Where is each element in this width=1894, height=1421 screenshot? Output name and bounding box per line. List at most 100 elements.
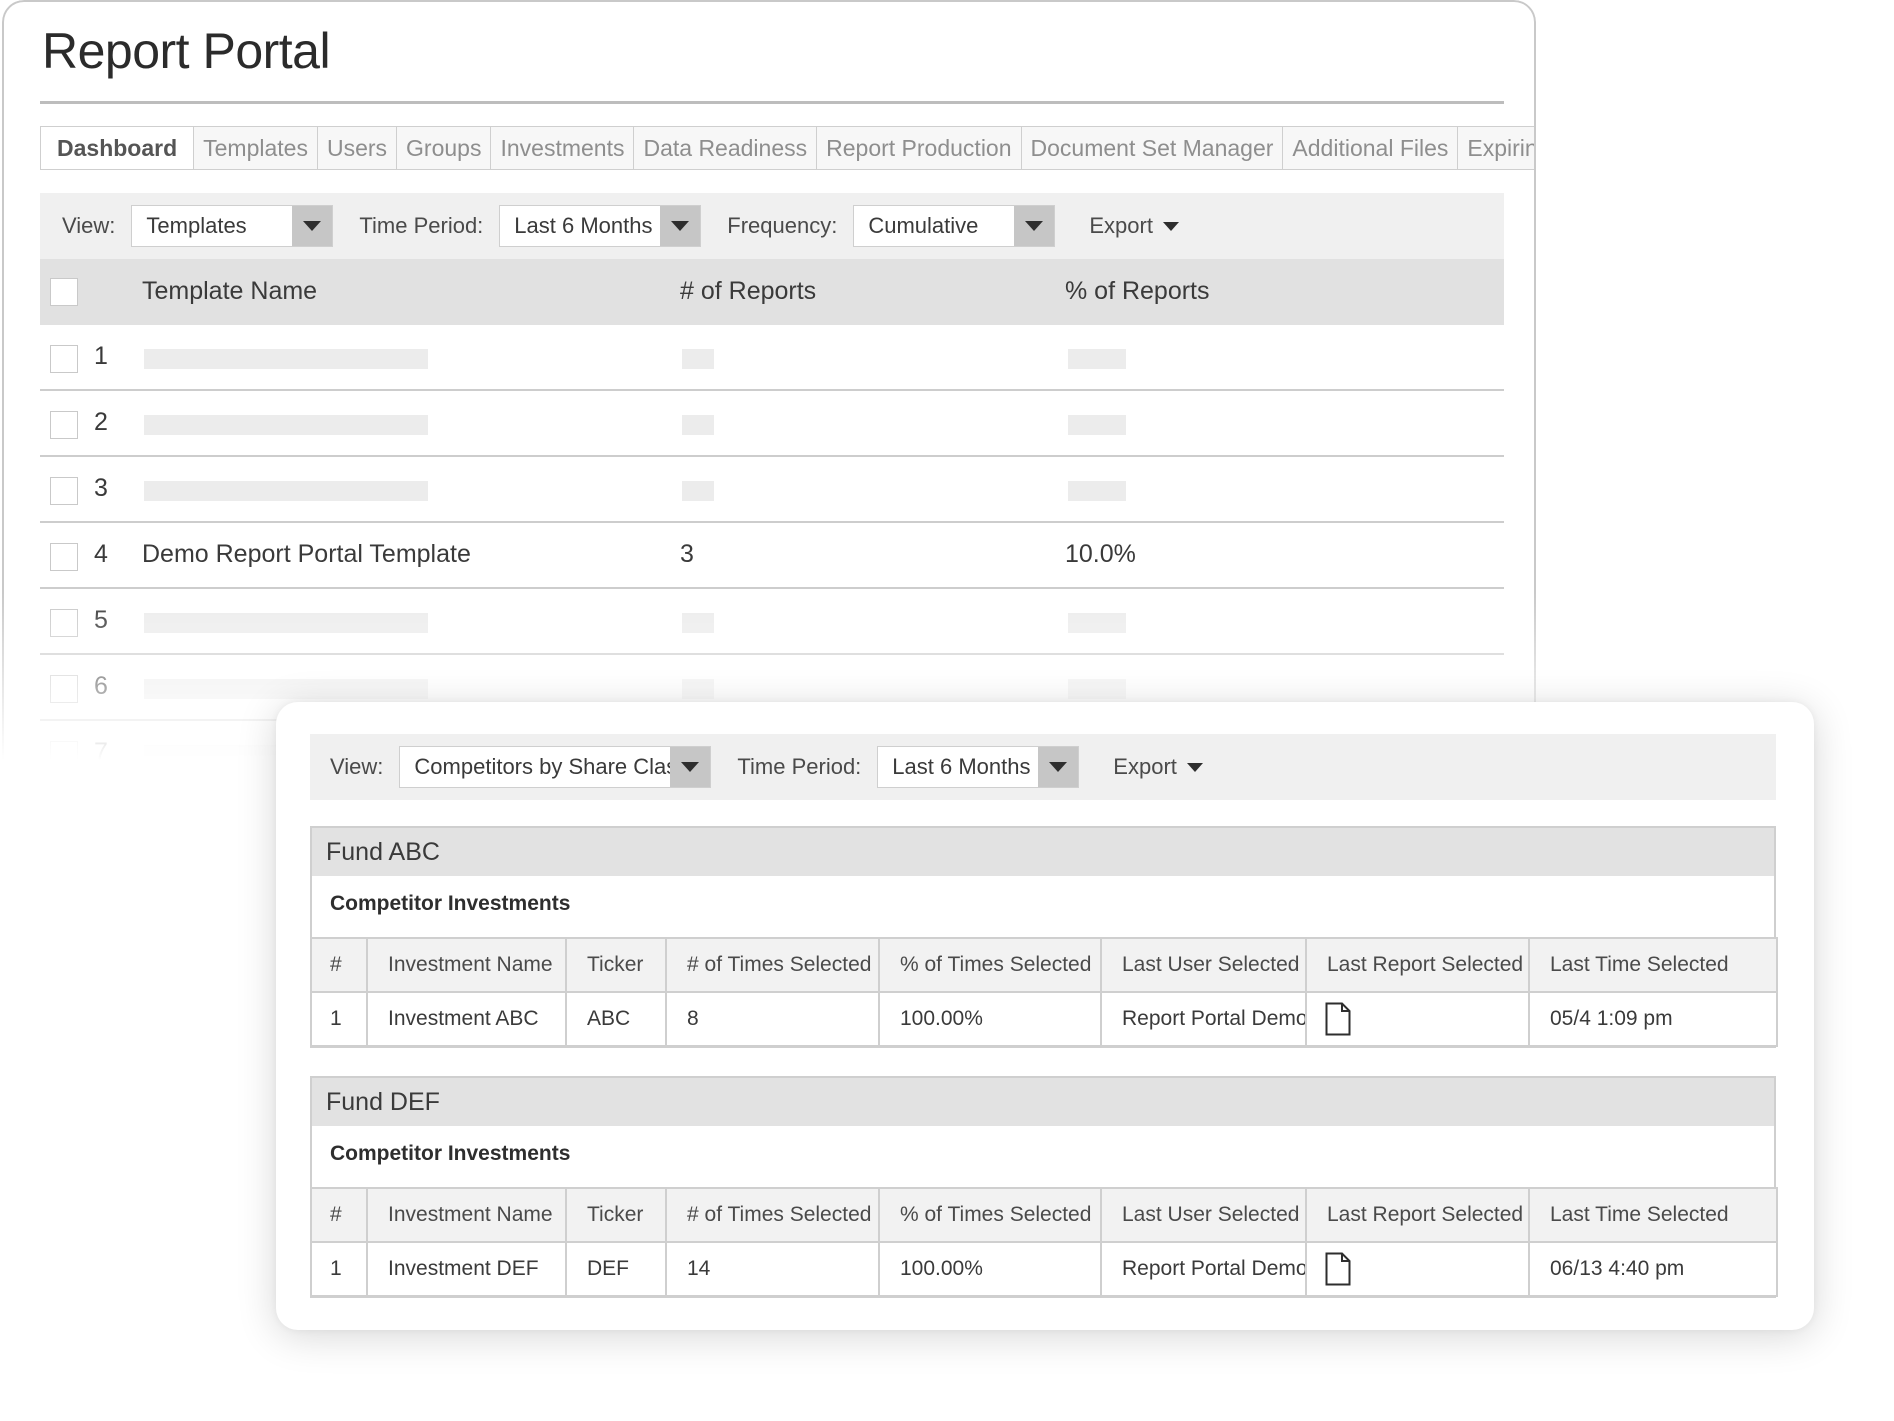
row-number: 1 <box>310 1241 368 1297</box>
table-row[interactable]: 3 <box>40 457 1504 523</box>
column-header-times-selected[interactable]: # of Times Selected <box>665 1187 880 1243</box>
document-icon[interactable] <box>1325 1002 1351 1036</box>
table-row[interactable]: 1 <box>40 325 1504 391</box>
row-number: 2 <box>94 408 108 436</box>
column-header-number[interactable]: # <box>310 937 368 993</box>
competitors-time-period-arrow[interactable] <box>1038 747 1079 787</box>
competitors-view-select-value: Competitors by Share Class <box>414 754 671 779</box>
fund-section: Fund ABC Competitor Investments # Invest… <box>310 826 1778 1048</box>
ticker: ABC <box>565 991 667 1047</box>
report-portal-window: Report Portal Dashboard Templates Users … <box>2 0 1536 760</box>
competitors-time-period-select[interactable]: Last 6 Months <box>877 746 1080 788</box>
caret-down-icon <box>1162 221 1179 231</box>
row-checkbox[interactable] <box>50 543 78 571</box>
time-period-select[interactable]: Last 6 Months <box>499 205 702 247</box>
tab-investments[interactable]: Investments <box>490 127 634 169</box>
table-row: 1 Investment ABC ABC 8 100.00% Report Po… <box>310 991 1778 1047</box>
column-header-number[interactable]: # <box>310 1187 368 1243</box>
column-header-last-report[interactable]: Last Report Selected <box>1305 1187 1530 1243</box>
table-header-row: # Investment Name Ticker # of Times Sele… <box>310 937 1778 993</box>
column-header-last-time[interactable]: Last Time Selected <box>1528 1187 1778 1243</box>
filter-toolbar: View: Templates Time Period: Last 6 Mont… <box>40 193 1504 259</box>
document-icon[interactable] <box>1325 1252 1351 1286</box>
last-report-selected <box>1305 991 1530 1047</box>
table-row[interactable]: 4 Demo Report Portal Template 3 10.0% <box>40 523 1504 589</box>
competitors-export-dropdown[interactable]: Export <box>1113 754 1203 780</box>
row-checkbox[interactable] <box>50 411 78 439</box>
tab-dashboard[interactable]: Dashboard <box>41 127 194 169</box>
view-select-value: Templates <box>146 213 247 238</box>
select-all-checkbox[interactable] <box>50 278 78 306</box>
competitors-view-select-arrow[interactable] <box>670 747 711 787</box>
row-checkbox[interactable] <box>50 345 78 373</box>
tab-templates[interactable]: Templates <box>193 127 317 169</box>
tab-bar: Dashboard Templates Users Groups Investm… <box>40 126 1534 170</box>
tab-groups[interactable]: Groups <box>396 127 491 169</box>
times-selected: 14 <box>665 1241 880 1297</box>
row-checkbox[interactable] <box>50 675 78 703</box>
tab-document-set-manager[interactable]: Document Set Manager <box>1020 127 1283 169</box>
row-checkbox[interactable] <box>50 477 78 505</box>
competitor-investments-table: # Investment Name Ticker # of Times Sele… <box>310 1187 1778 1297</box>
fund-title: Fund ABC <box>312 828 1774 876</box>
column-header-last-time[interactable]: Last Time Selected <box>1528 937 1778 993</box>
column-header-pct-reports[interactable]: % of Reports <box>1065 277 1210 306</box>
export-label: Export <box>1089 213 1153 238</box>
title-divider <box>40 101 1504 104</box>
view-select-arrow[interactable] <box>292 206 333 246</box>
reports-percent-placeholder <box>1068 613 1126 633</box>
column-header-ticker[interactable]: Ticker <box>565 937 667 993</box>
export-dropdown[interactable]: Export <box>1089 213 1179 239</box>
tab-users[interactable]: Users <box>316 127 397 169</box>
column-header-template-name[interactable]: Template Name <box>142 277 317 306</box>
frequency-select[interactable]: Cumulative <box>853 205 1056 247</box>
last-user-selected: Report Portal Demo <box>1100 1241 1307 1297</box>
last-time-selected: 05/4 1:09 pm <box>1528 991 1778 1047</box>
tab-data-readiness[interactable]: Data Readiness <box>633 127 817 169</box>
reports-count-placeholder <box>682 679 714 699</box>
row-number: 7 <box>94 738 108 760</box>
competitors-view-select[interactable]: Competitors by Share Class <box>399 746 712 788</box>
column-header-times-selected[interactable]: # of Times Selected <box>665 937 880 993</box>
table-row[interactable]: 2 <box>40 391 1504 457</box>
row-checkbox[interactable] <box>50 741 78 760</box>
column-header-investment-name[interactable]: Investment Name <box>366 1187 567 1243</box>
column-header-last-report[interactable]: Last Report Selected <box>1305 937 1530 993</box>
row-checkbox[interactable] <box>50 609 78 637</box>
column-header-pct-times-selected[interactable]: % of Times Selected <box>878 937 1102 993</box>
frequency-select-arrow[interactable] <box>1014 206 1055 246</box>
chevron-down-icon <box>671 221 690 231</box>
row-number: 1 <box>310 991 368 1047</box>
column-header-pct-times-selected[interactable]: % of Times Selected <box>878 1187 1102 1243</box>
template-name-placeholder <box>144 349 428 369</box>
column-header-ticker[interactable]: Ticker <box>565 1187 667 1243</box>
template-name-placeholder <box>144 679 428 699</box>
row-number: 5 <box>94 606 108 634</box>
reports-percent-placeholder <box>1068 415 1126 435</box>
tab-expiring-reports[interactable]: Expiring Reports <box>1457 127 1534 169</box>
table-header-row: # Investment Name Ticker # of Times Sele… <box>310 1187 1778 1243</box>
column-header-last-user[interactable]: Last User Selected <box>1100 937 1307 993</box>
column-header-last-user[interactable]: Last User Selected <box>1100 1187 1307 1243</box>
reports-count: 3 <box>680 540 694 568</box>
investment-name: Investment ABC <box>366 991 567 1047</box>
export-label: Export <box>1113 754 1177 779</box>
tab-additional-files[interactable]: Additional Files <box>1282 127 1458 169</box>
column-header-investment-name[interactable]: Investment Name <box>366 937 567 993</box>
table-row: 1 Investment DEF DEF 14 100.00% Report P… <box>310 1241 1778 1297</box>
view-label: View: <box>330 754 384 779</box>
investment-name: Investment DEF <box>366 1241 567 1297</box>
reports-count-placeholder <box>682 415 714 435</box>
table-row[interactable]: 5 <box>40 589 1504 655</box>
competitors-toolbar: View: Competitors by Share Class Time Pe… <box>310 734 1776 800</box>
time-period-select-arrow[interactable] <box>660 206 701 246</box>
row-number: 4 <box>94 540 108 568</box>
view-label: View: <box>62 213 116 238</box>
reports-percent-placeholder <box>1068 349 1126 369</box>
tab-report-production[interactable]: Report Production <box>816 127 1021 169</box>
fund-title: Fund DEF <box>312 1078 1774 1126</box>
view-select[interactable]: Templates <box>131 205 334 247</box>
template-name[interactable]: Demo Report Portal Template <box>142 540 471 569</box>
fund-section: Fund DEF Competitor Investments # Invest… <box>310 1076 1778 1298</box>
column-header-num-reports[interactable]: # of Reports <box>680 277 816 306</box>
